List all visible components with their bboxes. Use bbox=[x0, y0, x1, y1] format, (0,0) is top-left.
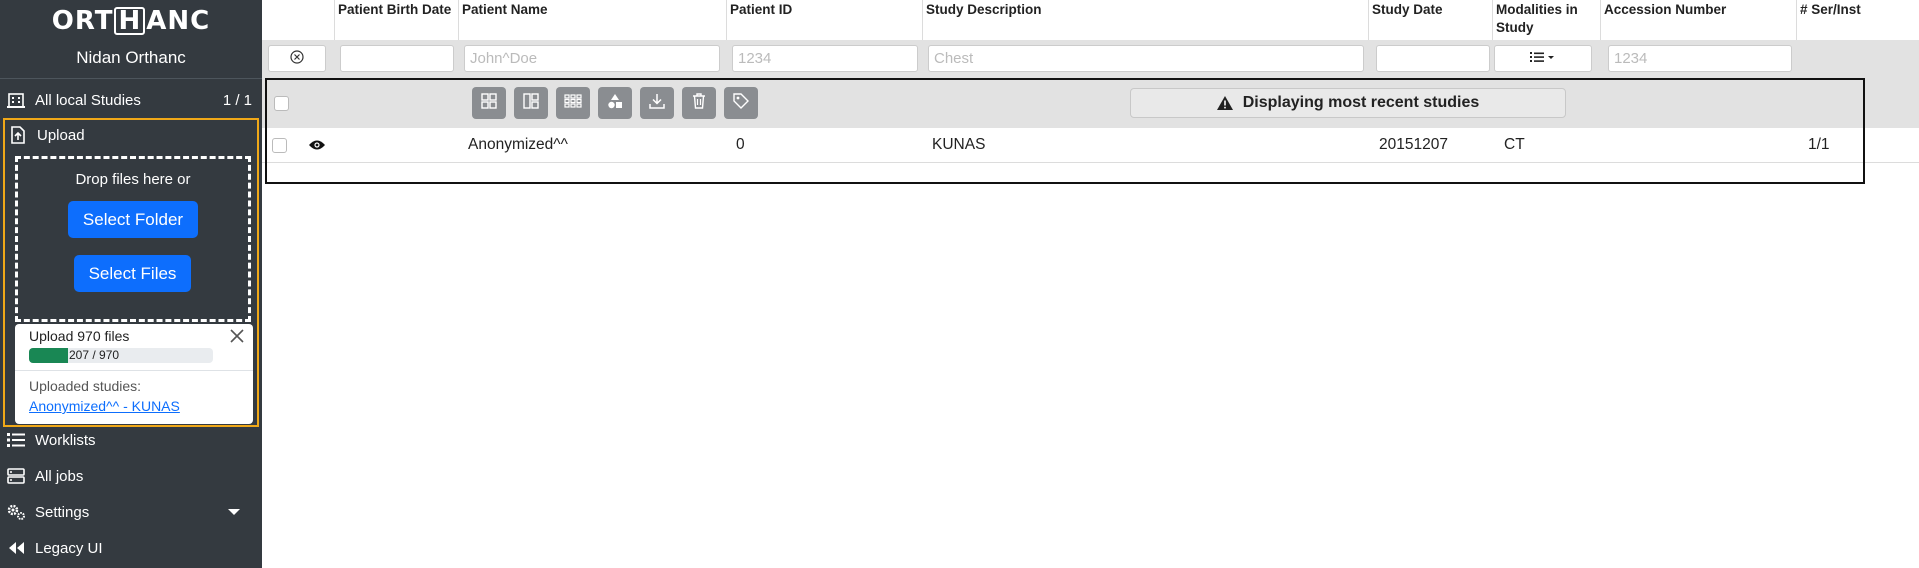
column-header-series-instances[interactable]: # Ser/Inst bbox=[1796, 0, 1919, 40]
patient-name-filter[interactable]: John^Doe bbox=[464, 45, 720, 72]
sidebar-item-label: Settings bbox=[35, 503, 90, 521]
sidebar-item-all-studies[interactable]: All local Studies 1 / 1 bbox=[0, 85, 262, 115]
download-icon bbox=[649, 93, 665, 114]
study-description-filter[interactable]: Chest bbox=[928, 45, 1364, 72]
list-dropdown-icon bbox=[1530, 50, 1556, 67]
column-header-accession[interactable]: Accession Number bbox=[1600, 0, 1796, 40]
delete-button[interactable] bbox=[682, 87, 716, 119]
patient-id-filter[interactable]: 1234 bbox=[732, 45, 918, 72]
label-button[interactable] bbox=[724, 87, 758, 119]
cell-patient-id: 0 bbox=[736, 136, 745, 153]
row-checkbox[interactable] bbox=[272, 138, 287, 153]
sidebar-divider bbox=[0, 78, 262, 79]
column-header-patient-id[interactable]: Patient ID bbox=[726, 0, 922, 40]
sidebar-item-label: Worklists bbox=[35, 431, 96, 449]
chevron-down-icon bbox=[228, 509, 240, 515]
file-drop-zone[interactable]: Drop files here or Select Folder Select … bbox=[15, 156, 251, 322]
download-button[interactable] bbox=[640, 87, 674, 119]
toolbar-row: Displaying most recent studies bbox=[262, 79, 1919, 128]
cell-patient-name: Anonymized^^ bbox=[468, 136, 568, 153]
orthanc-logo: ORT H ANC bbox=[51, 6, 211, 36]
sidebar-item-legacy-ui[interactable]: Legacy UI bbox=[0, 533, 262, 563]
warning-icon bbox=[1216, 96, 1233, 110]
server-icon bbox=[6, 466, 26, 486]
banner-text: Displaying most recent studies bbox=[1242, 94, 1480, 111]
shapes-icon bbox=[607, 93, 623, 114]
study-date-filter[interactable] bbox=[1376, 45, 1490, 72]
column-header-birth-date[interactable]: Patient Birth Date bbox=[334, 0, 458, 40]
server-name: Nidan Orthanc bbox=[76, 48, 186, 67]
trash-icon bbox=[692, 92, 706, 114]
progress-text: 207 / 970 bbox=[69, 348, 120, 362]
sidebar-item-label: Upload bbox=[37, 126, 85, 144]
grid-view-button[interactable] bbox=[472, 87, 506, 119]
clear-filters-button[interactable] bbox=[268, 45, 326, 72]
card-divider bbox=[15, 370, 253, 371]
table-header: Patient Birth Date Patient Name Patient … bbox=[262, 0, 1919, 40]
column-header-patient-name[interactable]: Patient Name bbox=[458, 0, 726, 40]
recent-studies-banner: Displaying most recent studies bbox=[1130, 88, 1566, 118]
cell-series-instances: 1/1 bbox=[1808, 136, 1830, 153]
sidebar-item-upload[interactable]: Upload bbox=[2, 120, 264, 150]
gears-icon bbox=[6, 502, 26, 522]
select-folder-button[interactable]: Select Folder bbox=[68, 201, 198, 238]
uploaded-study-link[interactable]: Anonymized^^ - KUNAS bbox=[29, 398, 180, 414]
eye-icon[interactable] bbox=[308, 138, 326, 156]
upload-panel: Upload Drop files here or Select Folder … bbox=[3, 118, 259, 427]
layout-icon bbox=[523, 92, 539, 114]
upload-file-icon bbox=[8, 125, 28, 145]
clear-circle-icon bbox=[290, 49, 304, 68]
tag-icon bbox=[733, 92, 749, 114]
upload-status-card: Upload 970 files 207 / 970 Uploaded stud… bbox=[15, 324, 253, 424]
filter-row: John^Doe 1234 Chest 1234 bbox=[262, 40, 1919, 79]
accession-filter[interactable]: 1234 bbox=[1608, 45, 1792, 72]
layout-view-button[interactable] bbox=[514, 87, 548, 119]
drop-text: Drop files here or bbox=[75, 171, 191, 188]
progress-fill bbox=[29, 348, 69, 363]
thumbnails-view-button[interactable] bbox=[556, 87, 590, 119]
shapes-button[interactable] bbox=[598, 87, 632, 119]
close-icon[interactable] bbox=[229, 328, 245, 344]
studies-count: 1 / 1 bbox=[222, 91, 252, 109]
modalities-dropdown[interactable] bbox=[1494, 45, 1592, 72]
sidebar-item-settings[interactable]: Settings bbox=[0, 497, 262, 527]
sidebar-item-label: All local Studies bbox=[35, 91, 141, 109]
grid-icon bbox=[481, 92, 497, 114]
sidebar: ORT H ANC Nidan Orthanc All local Studies … bbox=[0, 0, 262, 568]
uploaded-studies-label: Uploaded studies: bbox=[29, 378, 142, 394]
upload-status-title: Upload 970 files bbox=[29, 328, 130, 344]
sidebar-item-label: Legacy UI bbox=[35, 539, 103, 557]
select-all-checkbox[interactable] bbox=[274, 96, 289, 111]
column-header-study-description[interactable]: Study Description bbox=[922, 0, 1368, 40]
cell-study-date: 20151207 bbox=[1379, 136, 1448, 153]
thumbnails-icon bbox=[564, 93, 582, 113]
sidebar-item-jobs[interactable]: All jobs bbox=[0, 461, 262, 491]
backward-icon bbox=[6, 538, 26, 558]
upload-progress-bar: 207 / 970 bbox=[29, 348, 213, 363]
table-row[interactable]: Anonymized^^ 0 KUNAS 20151207 CT 1/1 bbox=[262, 128, 1919, 163]
cell-modalities: CT bbox=[1504, 136, 1525, 153]
select-files-button[interactable]: Select Files bbox=[74, 255, 191, 292]
list-icon bbox=[6, 430, 26, 450]
cell-study-description: KUNAS bbox=[932, 136, 986, 153]
sidebar-item-label: All jobs bbox=[35, 467, 84, 485]
column-header-study-date[interactable]: Study Date bbox=[1368, 0, 1492, 40]
building-icon bbox=[6, 90, 26, 110]
sidebar-item-worklists[interactable]: Worklists bbox=[0, 425, 262, 455]
birth-date-filter[interactable] bbox=[340, 45, 454, 72]
column-header-modalities[interactable]: Modalities in Study bbox=[1492, 0, 1600, 40]
